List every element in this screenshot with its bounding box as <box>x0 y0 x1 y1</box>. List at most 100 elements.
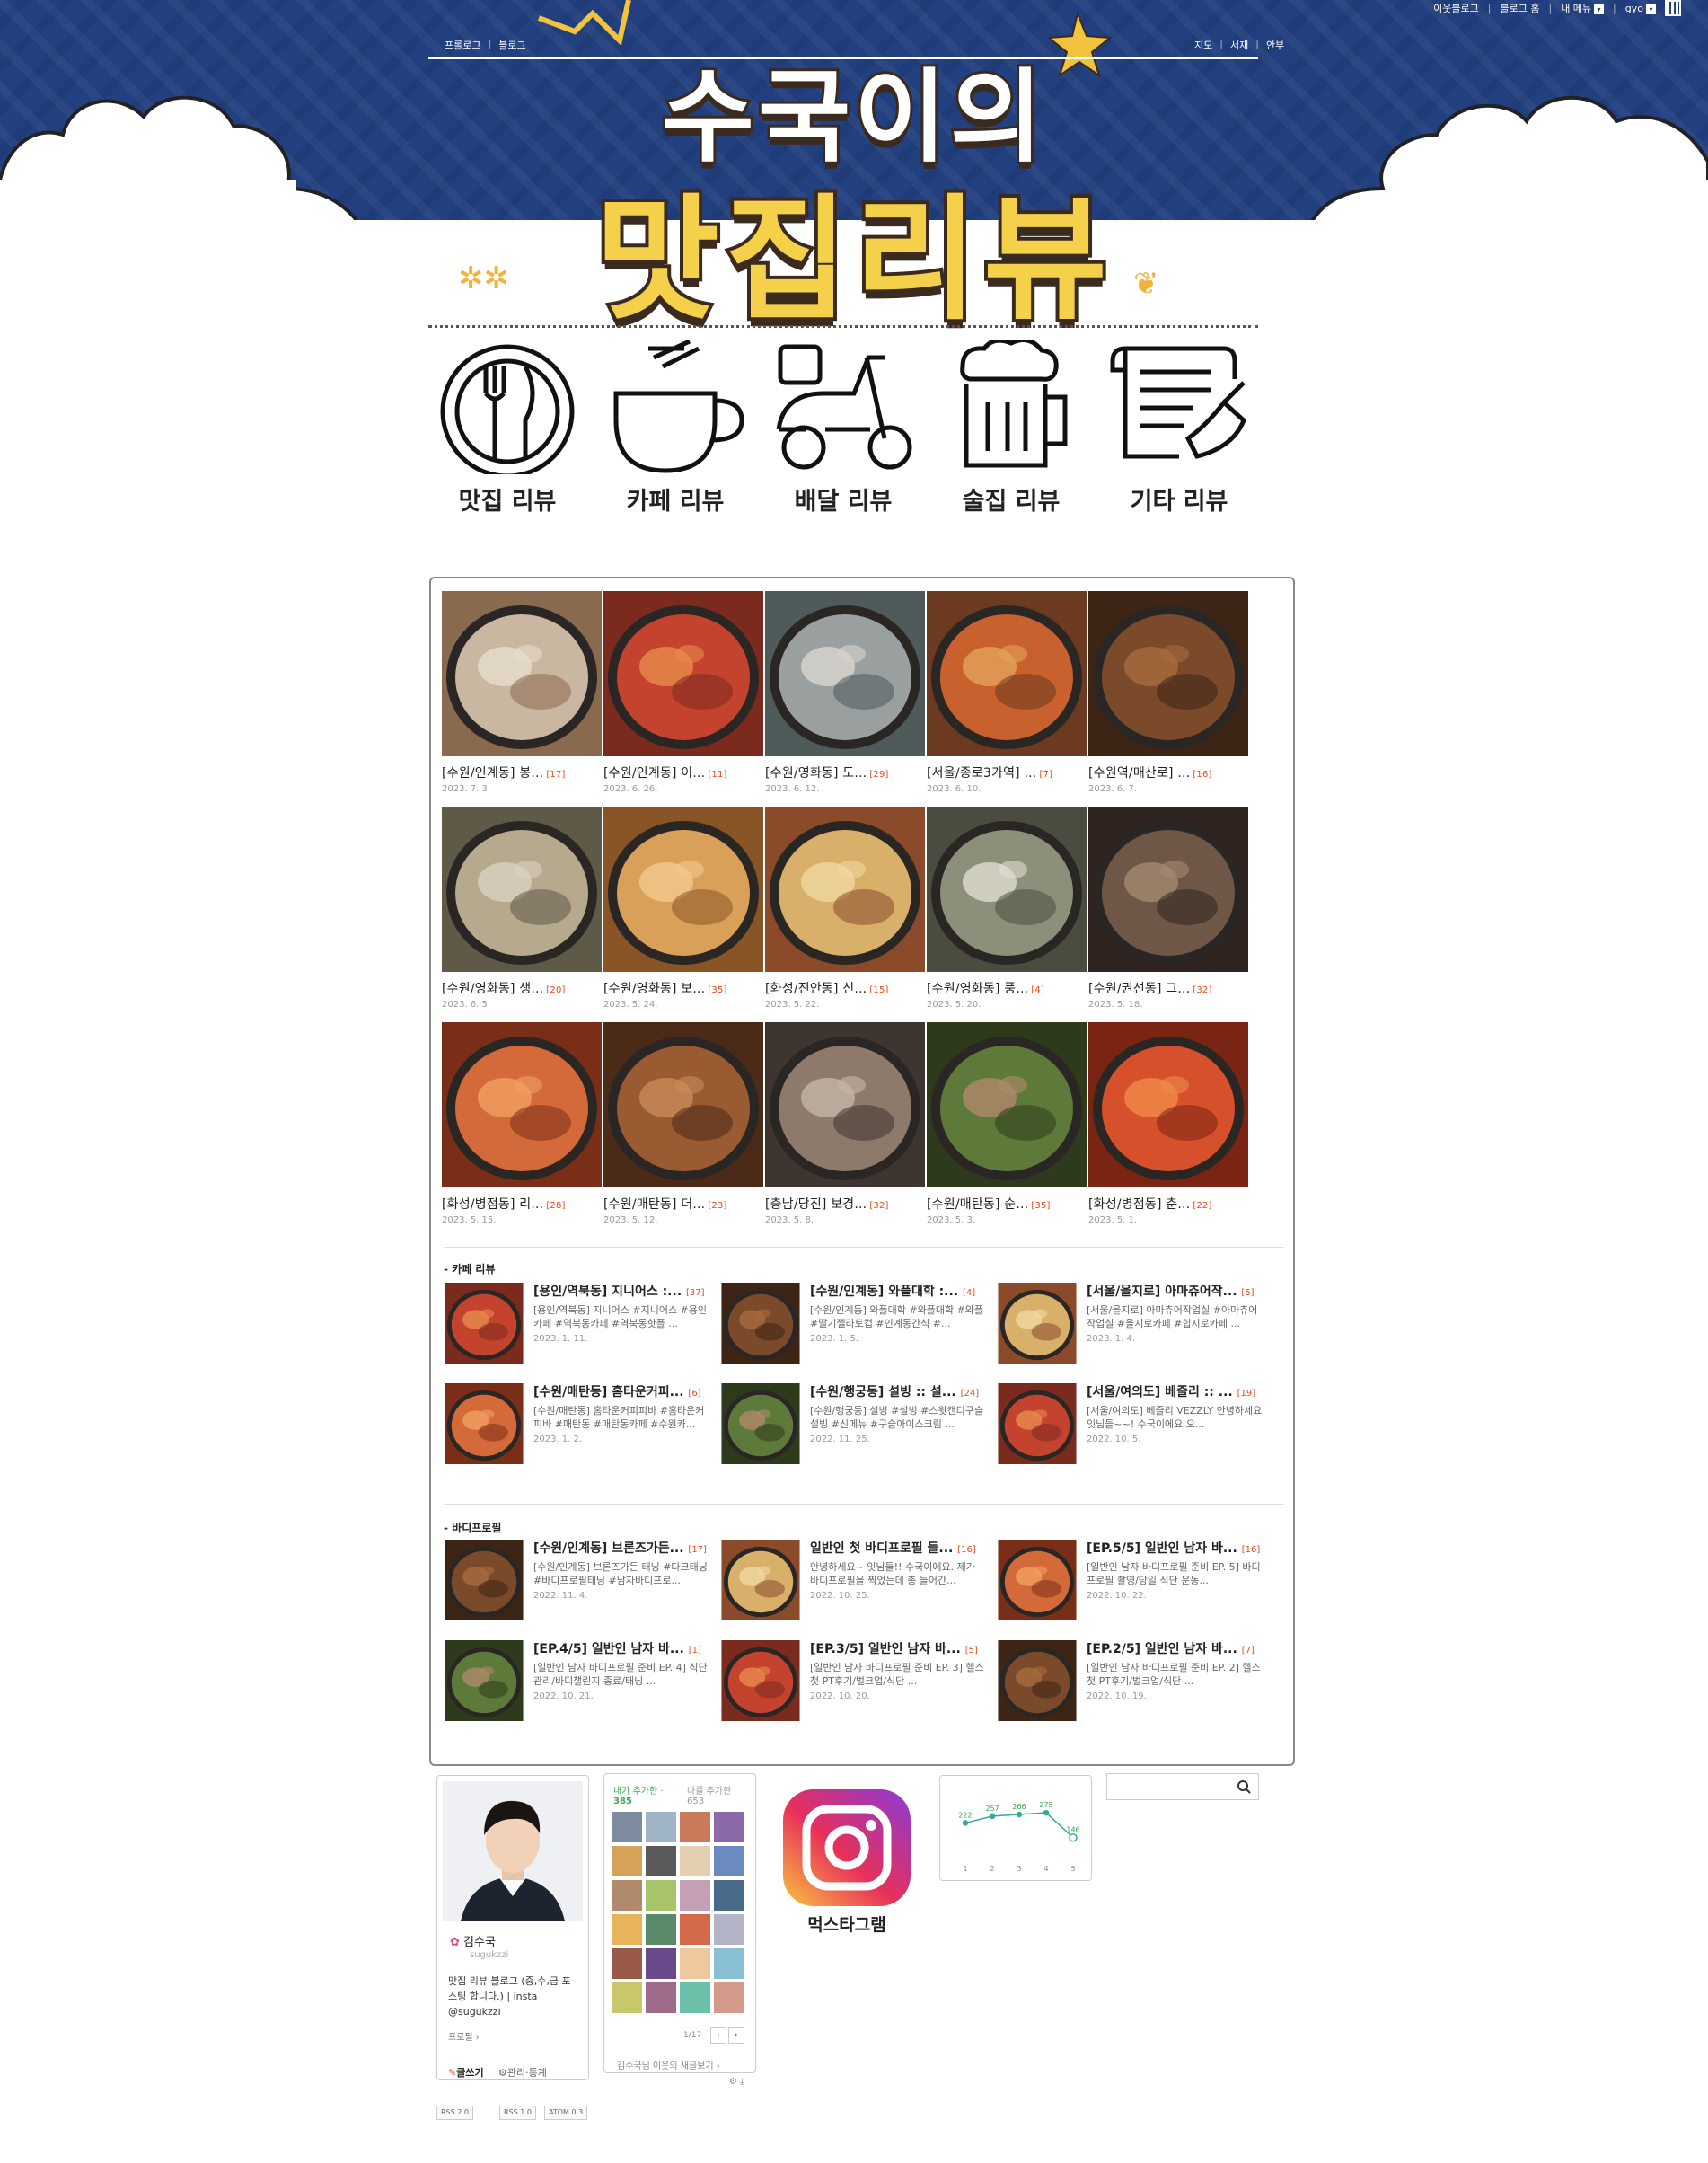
post-date: 2023. 1. 4. <box>1087 1334 1136 1344</box>
rss1-button[interactable]: RSS 1.0 <box>499 2106 536 2120</box>
instagram-label[interactable]: 먹스타그램 <box>774 1911 920 1936</box>
post-thumbnail <box>603 1022 763 1187</box>
profile-link[interactable]: 프로필 › <box>448 2029 480 2043</box>
post-list-item[interactable]: [용인/역북동] 지니어스 :... [37] [용인/역북동] 지니어스 #지… <box>444 1283 711 1378</box>
user-menu[interactable]: gyo ▾ <box>1625 3 1656 14</box>
neighbor-avatar[interactable] <box>680 1846 710 1876</box>
album-item[interactable]: [수원역/매산로] ... [16] 2023. 6. 7. <box>1088 591 1248 794</box>
post-list-item[interactable]: [EP.2/5] 일반인 남자 바... [7] [일반인 남자 바디프로필 준… <box>997 1640 1264 1735</box>
post-summary: [수원/매탄동] 홈타운커피피바 #홈타운커피바 #매탄동 #매탄동카페 #수원… <box>533 1405 705 1430</box>
neighbor-blog-link[interactable]: 이웃블로그 <box>1433 1 1479 15</box>
post-thumbnail <box>765 591 925 756</box>
neighbor-new-posts-link[interactable]: 김수국님 이웃의 새글보기 › <box>617 2058 720 2071</box>
post-thumbnail <box>442 591 602 756</box>
neighbor-avatar[interactable] <box>646 1914 676 1945</box>
neighbor-avatar[interactable] <box>680 1982 710 2013</box>
neighbor-avatar[interactable] <box>646 1948 676 1979</box>
apps-grid-icon[interactable] <box>1665 0 1681 16</box>
neighbor-avatar[interactable] <box>714 1914 744 1945</box>
album-item[interactable]: [서울/종로3가역] ... [7] 2023. 6. 10. <box>927 591 1087 794</box>
neighbor-avatar[interactable] <box>612 1880 642 1911</box>
neighbor-avatar[interactable] <box>680 1948 710 1979</box>
post-list-item[interactable]: [서울/을지로] 아마츄어작... [5] [서울/을지로] 아마츄어작업실 #… <box>997 1283 1264 1378</box>
prev-page-button[interactable]: ‹ <box>710 2027 726 2044</box>
post-thumbnail-wrap <box>997 1540 1078 1620</box>
neighbor-avatar[interactable] <box>680 1914 710 1945</box>
post-list-item[interactable]: [EP.4/5] 일반인 남자 바... [1] [일반인 남자 바디프로필 준… <box>444 1640 711 1735</box>
album-item-title: [수원/매탄동] 순... [35] <box>927 1195 1087 1213</box>
album-item[interactable]: [화성/병점동] 춘... [22] 2023. 5. 1. <box>1088 1022 1248 1225</box>
neighbor-avatar[interactable] <box>612 1948 642 1979</box>
neighbor-avatar[interactable] <box>714 1948 744 1979</box>
category-cafe[interactable]: 카페 리뷰 <box>603 340 747 519</box>
write-button[interactable]: ✎글쓰기 <box>448 2065 484 2079</box>
post-list-item[interactable]: [수원/행궁동] 설빙 :: 설... [24] [수원/행궁동] 설빙 #설빙… <box>720 1383 988 1479</box>
bodyprofile-section-title[interactable]: - 바디프로필 <box>444 1520 501 1535</box>
post-list-item[interactable]: [EP.5/5] 일반인 남자 바... [16] [일반인 남자 바디프로필 … <box>997 1540 1264 1635</box>
album-item[interactable]: [수원/영화동] 풍... [4] 2023. 5. 20. <box>927 807 1087 1010</box>
next-page-button[interactable]: › <box>728 2027 744 2044</box>
profile-photo[interactable] <box>443 1781 583 1921</box>
comment-count: [29] <box>869 770 889 780</box>
album-item[interactable]: [수원/영화동] 보... [35] 2023. 5. 24. <box>603 807 763 1010</box>
album-item-title: [수원역/매산로] ... [16] <box>1088 764 1248 781</box>
download-icon[interactable]: ⤓ <box>740 2077 744 2087</box>
tab-added-by-me[interactable]: 내가 추가한 · 385 <box>613 1783 664 1806</box>
cafe-section-title[interactable]: - 카페 리뷰 <box>444 1261 496 1276</box>
neighbor-avatar[interactable] <box>680 1880 710 1911</box>
search-icon[interactable] <box>1237 1779 1251 1794</box>
album-item[interactable]: [충남/당진] 보경... [32] 2023. 5. 8. <box>765 1022 925 1225</box>
neighbor-avatar[interactable] <box>714 1812 744 1842</box>
post-list-item[interactable]: [EP.3/5] 일반인 남자 바... [5] [일반인 남자 바디프로필 준… <box>720 1640 988 1735</box>
post-date: 2023. 6. 5. <box>442 1000 491 1010</box>
neighbor-avatar[interactable] <box>646 1880 676 1911</box>
search-input[interactable] <box>1107 1774 1233 1799</box>
album-item[interactable]: [수원/인계동] 봉... [17] 2023. 7. 3. <box>442 591 602 794</box>
album-item[interactable]: [수원/매탄동] 더... [23] 2023. 5. 12. <box>603 1022 763 1225</box>
album-item[interactable]: [화성/진안동] 신... [15] 2023. 5. 22. <box>765 807 925 1010</box>
gear-icon[interactable]: ⚙ <box>729 2077 737 2087</box>
category-restaurant[interactable]: 맛집 리뷰 <box>436 340 579 519</box>
neighbor-avatar[interactable] <box>714 1982 744 2013</box>
tab-added-me[interactable]: 나를 추가한 653 <box>687 1783 731 1806</box>
neighbor-avatar[interactable] <box>714 1846 744 1876</box>
admin-stats-button[interactable]: ⚙관리·통계 <box>498 2065 547 2079</box>
neighbor-avatar[interactable] <box>612 1846 642 1876</box>
atom-button[interactable]: ATOM 0.3 <box>544 2106 588 2120</box>
post-list-item[interactable]: [수원/인계동] 와플대학 :... [4] [수원/인계동] 와플대학 #와플… <box>720 1283 988 1378</box>
album-item[interactable]: [수원/영화동] 생... [20] 2023. 6. 5. <box>442 807 602 1010</box>
post-list-item[interactable]: [수원/매탄동] 홈타운커피... [6] [수원/매탄동] 홈타운커피피바 #… <box>444 1383 711 1479</box>
category-etc[interactable]: 기타 리뷰 <box>1107 340 1251 519</box>
category-menu: 맛집 리뷰 카페 리뷰 배달 리뷰 술집 리뷰 기타 리뷰 <box>428 340 1258 519</box>
blog-home-link[interactable]: 블로그 홈 <box>1500 1 1539 15</box>
neighbor-avatar[interactable] <box>680 1812 710 1842</box>
neighbor-avatar[interactable] <box>612 1914 642 1945</box>
neighbor-avatar[interactable] <box>612 1982 642 2013</box>
neighbor-avatar[interactable] <box>646 1812 676 1842</box>
post-title: [서울/종로3가역] ... <box>927 766 1037 781</box>
neighbor-avatar[interactable] <box>714 1880 744 1911</box>
album-item[interactable]: [수원/영화동] 도... [29] 2023. 6. 12. <box>765 591 925 794</box>
global-nav: 이웃블로그 | 블로그 홈 | 내 메뉴 ▾ | gyo ▾ <box>1433 0 1681 16</box>
album-item[interactable]: [수원/권선동] 그... [32] 2023. 5. 18. <box>1088 807 1248 1010</box>
neighbor-avatar[interactable] <box>646 1846 676 1876</box>
section-divider <box>444 1247 1284 1248</box>
post-date: 2023. 6. 10. <box>927 784 982 794</box>
category-bar[interactable]: 술집 리뷰 <box>939 340 1083 519</box>
my-menu-link[interactable]: 내 메뉴 ▾ <box>1561 1 1605 15</box>
instagram-icon[interactable] <box>774 1788 920 1908</box>
category-delivery[interactable]: 배달 리뷰 <box>771 340 915 519</box>
album-item[interactable]: [수원/매탄동] 순... [35] 2023. 5. 3. <box>927 1022 1087 1225</box>
post-list-item[interactable]: 일반인 첫 바디프로필 들... [16] 안녕하세요~ 잇님들!! 수국이에요… <box>720 1540 988 1635</box>
visitor-stats-widget: 222 1 257 2 266 3 275 4 146 5 <box>939 1775 1092 1881</box>
neighbor-avatar[interactable] <box>612 1812 642 1842</box>
album-item[interactable]: [수원/인계동] 이... [11] 2023. 6. 26. <box>603 591 763 794</box>
neighbor-avatar[interactable] <box>646 1982 676 2013</box>
album-item[interactable]: [화성/병점동] 리... [28] 2023. 5. 15. <box>442 1022 602 1225</box>
visitor-point <box>989 1813 996 1820</box>
post-list-item[interactable]: [수원/인계동] 브론즈가든... [17] [수원/인계동] 브론즈가든 태닝… <box>444 1540 711 1635</box>
profile-name[interactable]: ✿ 김수국 <box>450 1932 496 1949</box>
post-thumbnail <box>603 591 763 756</box>
rss2-button[interactable]: RSS 2.0 <box>436 2106 473 2120</box>
post-list-item[interactable]: [서울/여의도] 베즐리 :: ... [19] [서울/여의도] 베즐리 VE… <box>997 1383 1264 1479</box>
